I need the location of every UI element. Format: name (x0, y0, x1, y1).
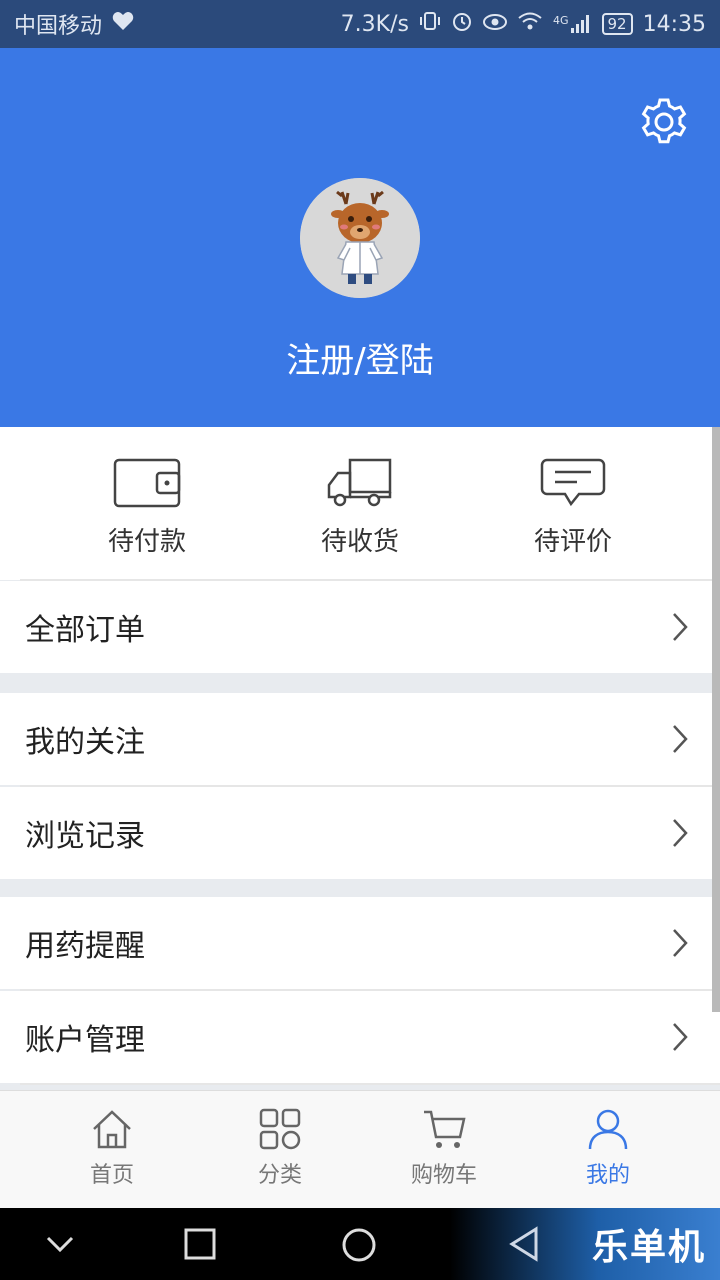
settings-gear-icon[interactable] (638, 96, 690, 148)
order-item-label: 待评价 (533, 527, 612, 557)
pending-delivery-button[interactable]: 待收货 (270, 457, 450, 558)
tab-cart[interactable]: 购物车 (384, 1107, 504, 1189)
medication-reminder-label: 用药提醒 (25, 929, 145, 964)
watermark-logo: 乐单机 (591, 1227, 706, 1268)
back-triangle-icon[interactable] (508, 1226, 540, 1262)
login-register-link[interactable]: 注册/登陆 (0, 333, 720, 382)
browse-history-label: 浏览记录 (25, 819, 145, 854)
order-status-panel: 待付款 待收货 待评价 (0, 427, 720, 580)
battery-level: 92 (601, 13, 633, 35)
scrollbar[interactable] (712, 427, 720, 1012)
chevron-right-icon (673, 725, 688, 753)
deer-mascot-icon (300, 178, 420, 298)
network-speed: 7.3K/s (340, 11, 409, 37)
avatar[interactable] (300, 178, 420, 298)
order-item-label: 待收货 (320, 527, 399, 557)
tab-home[interactable]: 首页 (52, 1107, 172, 1189)
category-icon (259, 1108, 301, 1150)
chevron-right-icon (673, 1023, 688, 1051)
watermark-banner: 乐单机 (450, 1208, 720, 1280)
divider (20, 1083, 720, 1085)
tab-label: 分类 (257, 1163, 302, 1188)
pending-review-button[interactable]: 待评价 (483, 457, 663, 558)
all-orders-label: 全部订单 (25, 613, 145, 648)
tab-label: 购物车 (410, 1163, 477, 1188)
my-follows-label: 我的关注 (25, 725, 145, 760)
truck-icon (327, 458, 392, 507)
comment-icon (540, 458, 606, 507)
account-management-label: 账户管理 (25, 1023, 145, 1058)
vibrate-icon (419, 10, 441, 38)
status-bar: 中国移动 7.3K/s 4G 92 14:35 (0, 0, 720, 48)
tab-category[interactable]: 分类 (220, 1107, 340, 1189)
heart-icon (112, 11, 134, 37)
bottom-tab-bar: 首页 分类 购物车 我的 (0, 1090, 720, 1209)
wifi-icon (517, 11, 543, 37)
chevron-down-icon[interactable] (44, 1232, 76, 1256)
home-circle-icon[interactable] (340, 1226, 378, 1264)
account-management-row[interactable]: 账户管理 (0, 991, 720, 1083)
eye-icon (482, 12, 507, 37)
home-icon (93, 1110, 131, 1149)
pending-payment-button[interactable]: 待付款 (57, 457, 237, 558)
all-orders-row[interactable]: 全部订单 (0, 581, 720, 673)
user-icon (588, 1109, 628, 1150)
chevron-right-icon (673, 613, 688, 641)
profile-header: 注册/登陆 (0, 48, 720, 427)
cart-icon (424, 1110, 466, 1148)
tab-label: 我的 (585, 1163, 630, 1188)
tab-label: 首页 (89, 1163, 134, 1188)
recent-apps-icon[interactable] (182, 1226, 218, 1262)
alarm-icon (451, 10, 473, 38)
wallet-icon (113, 458, 181, 508)
my-follows-row[interactable]: 我的关注 (0, 693, 720, 785)
chevron-right-icon (673, 819, 688, 847)
clock: 14:35 (642, 11, 706, 37)
tab-mine[interactable]: 我的 (548, 1107, 668, 1189)
carrier-name: 中国移动 (14, 14, 103, 39)
signal-icon: 4G (553, 14, 592, 34)
order-item-label: 待付款 (107, 527, 186, 557)
chevron-right-icon (673, 929, 688, 957)
medication-reminder-row[interactable]: 用药提醒 (0, 897, 720, 989)
browse-history-row[interactable]: 浏览记录 (0, 787, 720, 879)
